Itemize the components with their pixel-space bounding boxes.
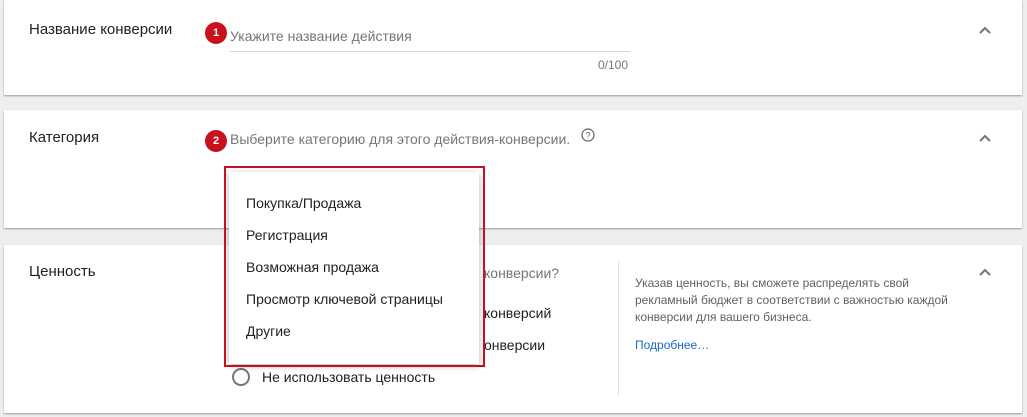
value-info-text: Указав ценность, вы сможете распределять… — [635, 276, 948, 324]
divider — [618, 261, 619, 396]
category-option-lead[interactable]: Возможная продажа — [229, 251, 479, 283]
category-option-other[interactable]: Другие — [229, 315, 479, 347]
chevron-up-icon[interactable] — [978, 25, 992, 35]
category-dropdown-menu: Покупка/Продажа Регистрация Возможная пр… — [229, 172, 479, 364]
no-value-radio[interactable]: Не использовать ценность — [232, 368, 435, 386]
value-title: Ценность — [29, 263, 96, 280]
category-section: Категория 2 Выберите категорию для этого… — [4, 110, 1022, 228]
conversion-name-input[interactable] — [230, 24, 630, 52]
radio-circle-icon[interactable] — [232, 368, 250, 386]
value-option-same[interactable]: конверсий — [484, 305, 551, 321]
category-option-purchase[interactable]: Покупка/Продажа — [229, 187, 479, 219]
value-question: конверсии? — [484, 265, 560, 281]
category-option-key-page-view[interactable]: Просмотр ключевой страницы — [229, 283, 479, 315]
category-select[interactable]: Выберите категорию для этого действия-ко… — [230, 131, 570, 147]
value-option-different[interactable]: онверсии — [484, 337, 545, 353]
no-value-label: Не использовать ценность — [262, 369, 436, 385]
help-circle-icon[interactable]: ? — [581, 128, 595, 142]
step-badge-2: 2 — [205, 130, 227, 152]
value-section: Ценность конверсии? конверсий онверсии Н… — [4, 245, 1022, 413]
conversion-name-section: Название конверсии 1 0/100 — [4, 0, 1022, 95]
category-option-signup[interactable]: Регистрация — [229, 219, 479, 251]
step-badge-1: 1 — [205, 22, 227, 44]
svg-text:?: ? — [585, 131, 590, 141]
char-counter: 0/100 — [598, 58, 629, 72]
conversion-name-title: Название конверсии — [29, 21, 173, 38]
learn-more-link[interactable]: Подробнее… — [635, 338, 709, 352]
chevron-up-icon[interactable] — [978, 133, 992, 143]
chevron-up-icon[interactable] — [978, 267, 992, 277]
category-title: Категория — [29, 129, 100, 146]
